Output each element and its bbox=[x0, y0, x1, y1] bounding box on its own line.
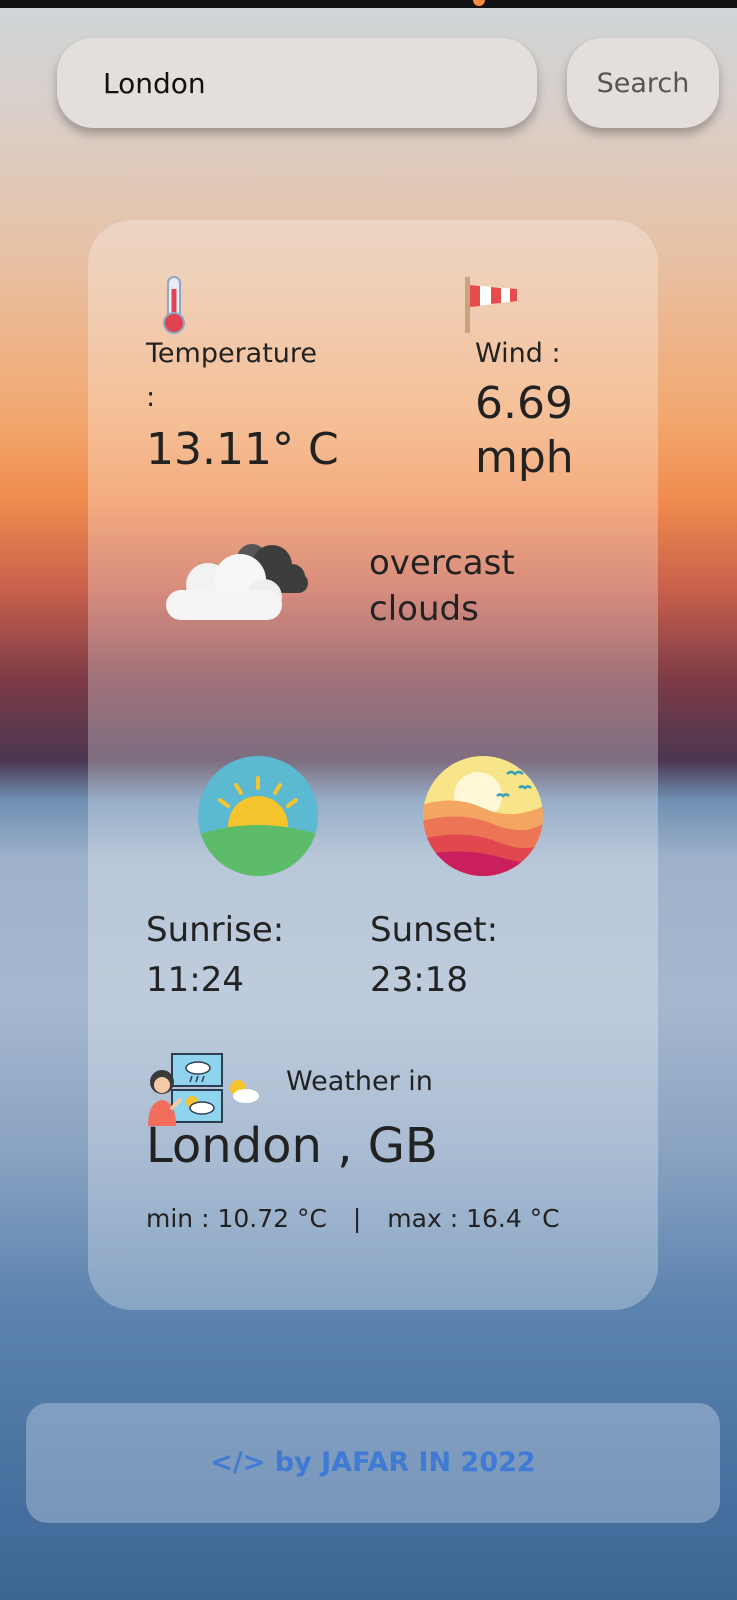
weather-in-label: Weather in bbox=[286, 1066, 433, 1097]
status-bar bbox=[0, 0, 737, 8]
footer-credit-text: </> by JAFAR IN 2022 bbox=[210, 1447, 536, 1478]
max-temp: max : 16.4 °C bbox=[387, 1204, 560, 1233]
wind-unit: mph bbox=[475, 432, 574, 483]
city-name: London , GB bbox=[146, 1118, 438, 1174]
sunrise-icon bbox=[198, 756, 318, 876]
temperature-value: 13.11° C bbox=[146, 424, 339, 475]
camera-notch bbox=[473, 0, 485, 6]
sunset-label: Sunset: bbox=[370, 910, 499, 950]
thermometer-icon bbox=[163, 276, 185, 334]
condition-line1: overcast bbox=[369, 543, 515, 583]
overcast-clouds-icon bbox=[166, 544, 308, 620]
sunset-icon bbox=[423, 756, 543, 876]
temperature-colon: : bbox=[146, 382, 156, 413]
min-temp: min : 10.72 °C bbox=[146, 1204, 327, 1233]
temperature-label: Temperature bbox=[146, 338, 318, 369]
weather-reporter-icon bbox=[148, 1053, 223, 1126]
search-button[interactable]: Search bbox=[567, 38, 719, 128]
footer-credit: </> by JAFAR IN 2022 bbox=[26, 1403, 720, 1523]
min-max-separator: | bbox=[352, 1204, 362, 1233]
sunset-time: 23:18 bbox=[370, 960, 468, 1000]
min-max-row: min : 10.72 °C | max : 16.4 °C bbox=[146, 1204, 560, 1233]
wind-label: Wind : bbox=[475, 338, 561, 369]
condition-line2: clouds bbox=[369, 589, 479, 629]
partly-sunny-icon bbox=[230, 1080, 259, 1103]
weather-card: Temperature : 13.11° C Wind : 6.69 mph o… bbox=[88, 220, 658, 1310]
wind-value: 6.69 bbox=[475, 378, 573, 429]
windsock-icon bbox=[465, 277, 517, 333]
sunrise-time: 11:24 bbox=[146, 960, 244, 1000]
city-search-input[interactable] bbox=[57, 38, 537, 128]
sunrise-label: Sunrise: bbox=[146, 910, 285, 950]
